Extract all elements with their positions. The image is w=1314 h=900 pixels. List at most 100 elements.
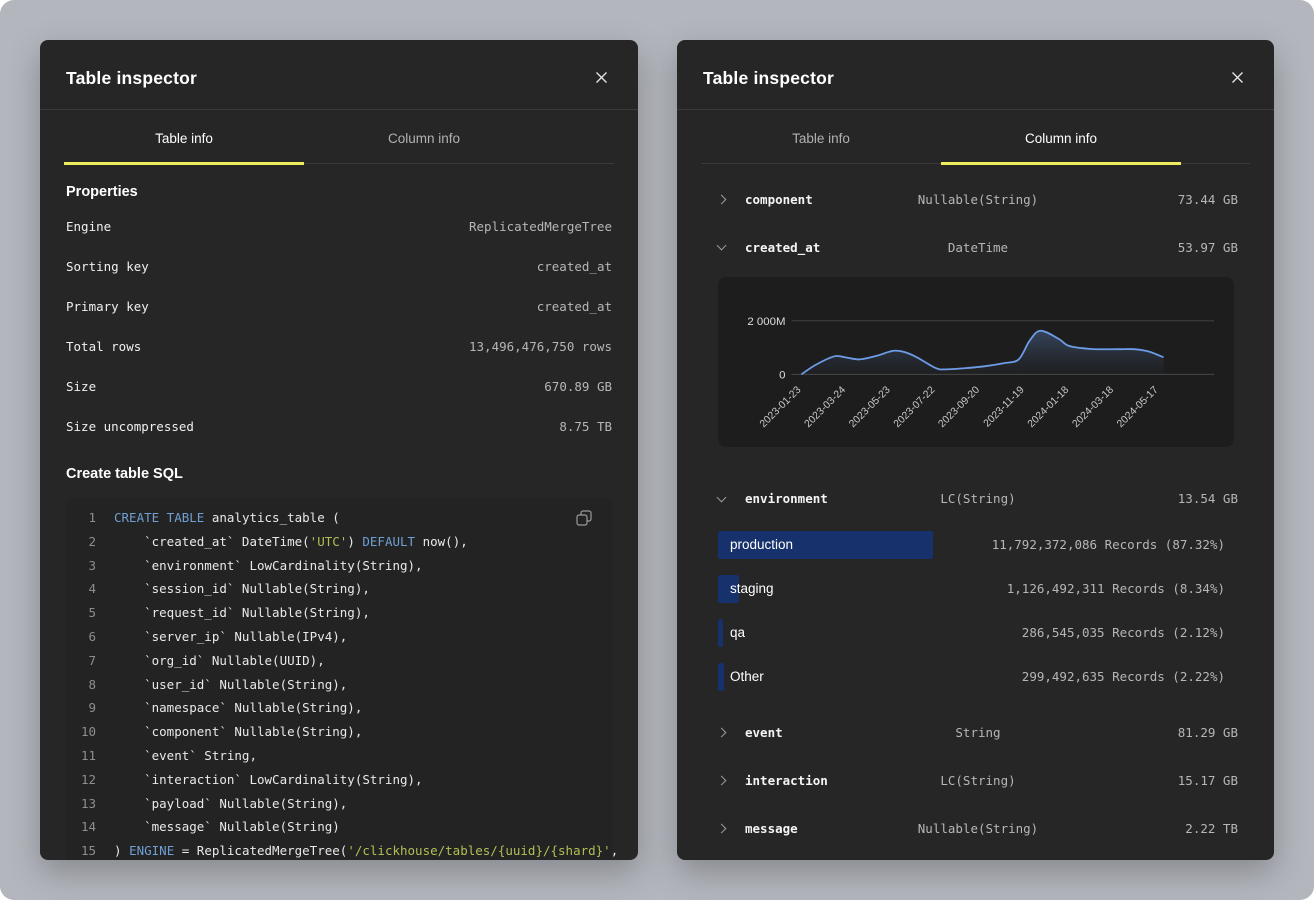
property-label: Size uncompressed <box>66 419 194 434</box>
value-records: 1,126,492,311 Records (8.34%) <box>1007 581 1225 596</box>
chevron-down-icon <box>717 241 727 251</box>
line-number: 2 <box>66 530 96 554</box>
column-type: Nullable(String) <box>891 821 1064 836</box>
column-name-cell: interaction <box>703 773 891 788</box>
chevron-right-icon <box>717 776 727 786</box>
sql-line: 15) ENGINE = ReplicatedMergeTree('/click… <box>66 839 612 860</box>
property-value: ReplicatedMergeTree <box>469 219 612 234</box>
modal-title: Table inspector <box>66 68 197 89</box>
chevron-right-icon <box>717 194 727 204</box>
sql-text: `user_id` Nullable(String), <box>114 673 347 697</box>
sql-text: `session_id` Nullable(String), <box>114 577 370 601</box>
column-name: interaction <box>745 773 828 788</box>
sql-line: 7 `org_id` Nullable(UUID), <box>66 649 612 673</box>
sql-line: 8 `user_id` Nullable(String), <box>66 673 612 697</box>
close-button[interactable] <box>591 67 612 91</box>
column-name-cell: event <box>703 725 891 740</box>
tab-column-info[interactable]: Column info <box>304 110 544 165</box>
column-row-environment[interactable]: environmentLC(String)13.54 GB <box>703 475 1248 523</box>
column-row-message[interactable]: message Nullable(String)2.22 TB <box>703 805 1248 853</box>
properties-heading: Properties <box>66 184 612 200</box>
sql-text: `payload` Nullable(String), <box>114 792 347 816</box>
column-size: 13.54 GB <box>1065 491 1248 506</box>
property-row-size-uncompressed: Size uncompressed 8.75 TB <box>66 406 612 446</box>
x-tick-label: 2023-01-23 <box>758 384 804 430</box>
sql-code-block: 1CREATE TABLE analytics_table (2 `create… <box>66 498 612 860</box>
line-number: 8 <box>66 673 96 697</box>
copy-icon <box>576 514 592 529</box>
property-row-size: Size 670.89 GB <box>66 366 612 406</box>
sql-line: 14 `message` Nullable(String) <box>66 815 612 839</box>
column-row-interaction[interactable]: interaction LC(String)15.17 GB <box>703 757 1248 805</box>
line-number: 15 <box>66 839 96 860</box>
column-size: 2.22 TB <box>1065 821 1248 836</box>
line-number: 13 <box>66 792 96 816</box>
tab-table-info[interactable]: Table info <box>701 110 941 165</box>
sql-text: `request_id` Nullable(String), <box>114 601 370 625</box>
column-type: LC(String) <box>891 773 1064 788</box>
column-name: message <box>745 821 798 836</box>
table-inspector-modal-column-info: Table inspector Table infoColumn info co… <box>677 40 1274 860</box>
line-number: 10 <box>66 720 96 744</box>
column-type: Nullable(String) <box>891 192 1064 207</box>
sql-line: 4 `session_id` Nullable(String), <box>66 577 612 601</box>
close-button[interactable] <box>1227 67 1248 91</box>
sql-line: 3 `environment` LowCardinality(String), <box>66 554 612 578</box>
column-name: event <box>745 725 783 740</box>
x-tick-label: 2023-05-23 <box>847 384 893 430</box>
sql-text: `environment` LowCardinality(String), <box>114 554 423 578</box>
modal-header: Table inspector <box>40 40 638 110</box>
column-size: 53.97 GB <box>1065 240 1248 255</box>
chevron-down-icon <box>717 492 727 502</box>
property-value: 670.89 GB <box>544 379 612 394</box>
property-value: 8.75 TB <box>559 419 612 434</box>
x-tick-label: 2023-03-24 <box>803 384 849 430</box>
property-value: created_at <box>537 259 612 274</box>
value-label: qa <box>730 625 745 640</box>
property-value: 13,496,476,750 rows <box>469 339 612 354</box>
sql-line: 1CREATE TABLE analytics_table ( <box>66 506 612 530</box>
value-label: production <box>730 537 793 552</box>
column-name: created_at <box>745 240 820 255</box>
line-number: 11 <box>66 744 96 768</box>
property-row-primary-key: Primary keycreated_at <box>66 286 612 326</box>
value-records: 286,545,035 Records (2.12%) <box>1022 625 1225 640</box>
column-size: 81.29 GB <box>1065 725 1248 740</box>
x-tick-label: 2024-01-18 <box>1026 384 1072 430</box>
column-name: environment <box>745 491 828 506</box>
area-fill <box>801 331 1163 375</box>
x-tick-label: 2023-11-19 <box>982 384 1027 429</box>
sql-text: `interaction` LowCardinality(String), <box>114 768 423 792</box>
page-background: Table inspector Table infoColumn info Pr… <box>0 0 1314 900</box>
property-row-engine: Engine ReplicatedMergeTree <box>66 206 612 246</box>
line-number: 4 <box>66 577 96 601</box>
line-number: 9 <box>66 696 96 720</box>
tab-table-info[interactable]: Table info <box>64 110 304 165</box>
sql-line: 10 `component` Nullable(String), <box>66 720 612 744</box>
column-row-event[interactable]: eventString81.29 GB <box>703 709 1248 757</box>
sql-line: 11 `event` String, <box>66 744 612 768</box>
x-tick-label: 2024-03-18 <box>1071 384 1117 430</box>
value-row-qa: qa 286,545,035 Records (2.12%) <box>718 611 1248 655</box>
column-size: 15.17 GB <box>1065 773 1248 788</box>
property-label: Total rows <box>66 339 141 354</box>
sql-text: `namespace` Nullable(String), <box>114 696 362 720</box>
close-icon <box>595 71 608 87</box>
property-label: Size <box>66 379 96 394</box>
tab-column-info[interactable]: Column info <box>941 110 1181 165</box>
column-name: component <box>745 192 813 207</box>
column-name-cell: component <box>703 192 891 207</box>
sql-text: `component` Nullable(String), <box>114 720 362 744</box>
copy-sql-button[interactable] <box>572 506 596 533</box>
chevron-right-icon <box>717 728 727 738</box>
property-label: Sorting key <box>66 259 149 274</box>
property-label: Engine <box>66 219 111 234</box>
sql-text: CREATE TABLE analytics_table ( <box>114 506 340 530</box>
value-records: 11,792,372,086 Records (87.32%) <box>992 537 1225 552</box>
modal-title: Table inspector <box>703 68 834 89</box>
area-chart-svg: 2 000M02023-01-232023-03-242023-05-23202… <box>718 297 1234 438</box>
column-row-created-at[interactable]: created_atDateTime53.97 GB <box>703 223 1248 271</box>
column-row-component[interactable]: component Nullable(String)73.44 GB <box>703 175 1248 223</box>
column-size: 73.44 GB <box>1065 192 1248 207</box>
sql-text: `server_ip` Nullable(IPv4), <box>114 625 347 649</box>
